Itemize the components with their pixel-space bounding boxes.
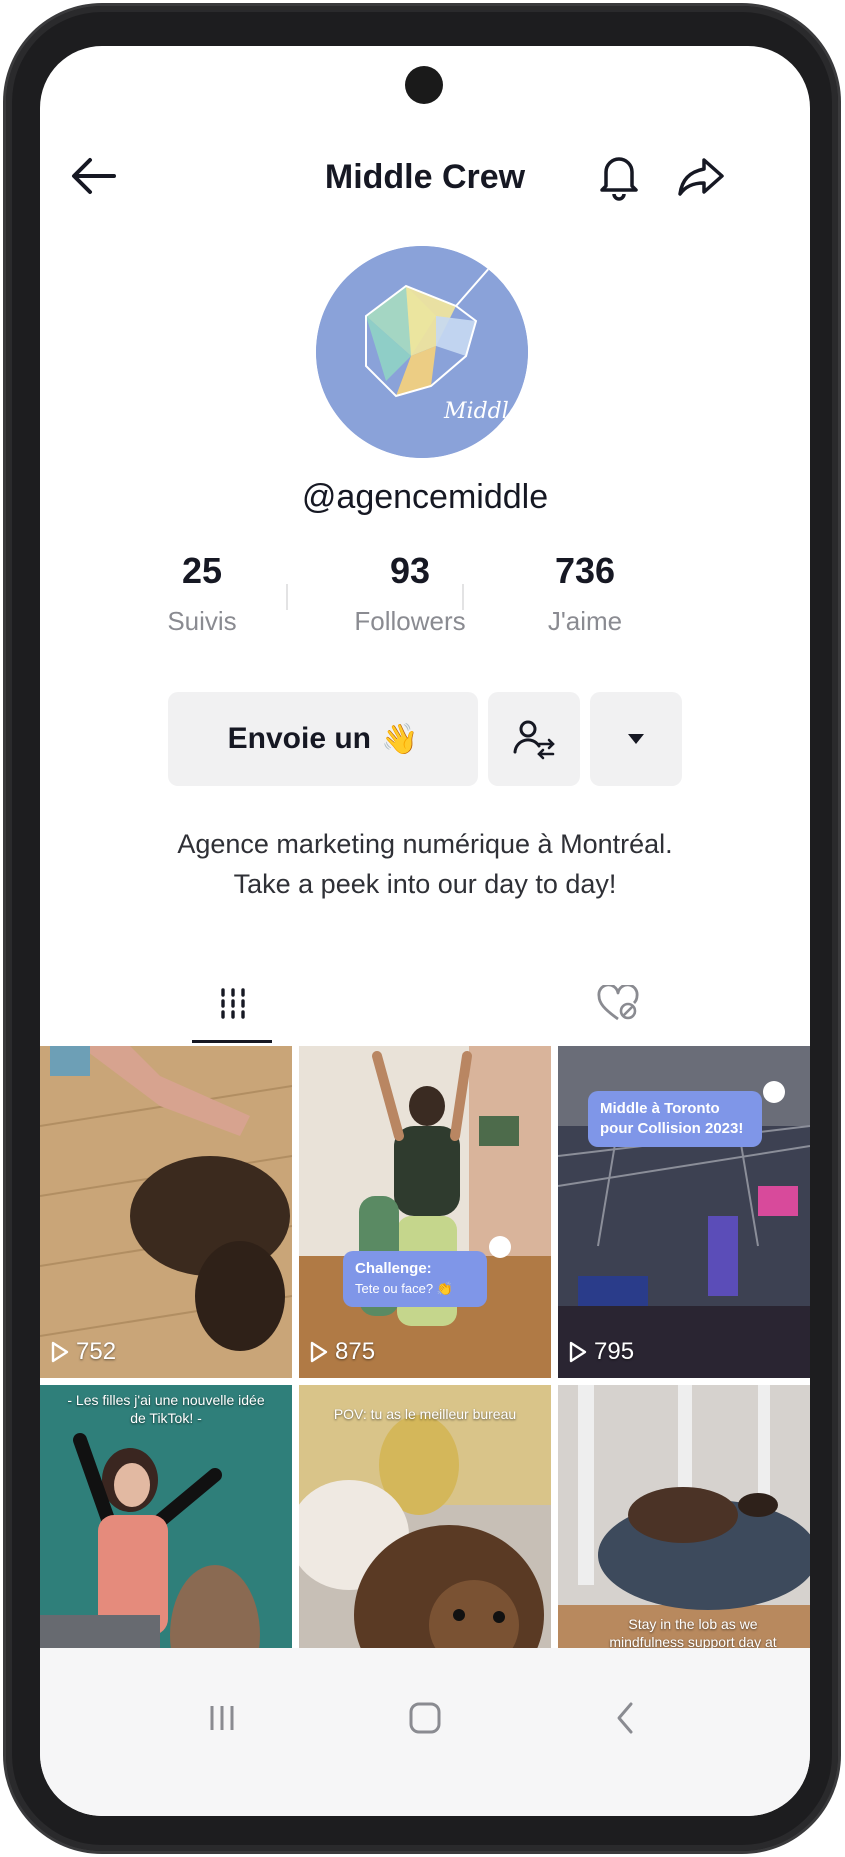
stat-following-value: 25	[181, 550, 223, 591]
home-square-icon	[409, 1702, 441, 1734]
recent-apps-icon	[210, 1706, 234, 1730]
suggested-accounts-button[interactable]	[488, 692, 580, 786]
stat-followers-label: Followers	[354, 606, 466, 636]
stat-likes-value: 736	[554, 550, 616, 591]
view-count-value: 875	[335, 1338, 376, 1365]
notifications-button[interactable]	[592, 148, 646, 202]
content-tabs	[40, 964, 810, 1044]
system-back-button[interactable]	[585, 1688, 665, 1748]
system-navigation-bar	[40, 1648, 810, 1816]
bio-line-2: Take a peek into our day to day!	[233, 869, 617, 899]
video-thumbnail	[40, 1046, 292, 1378]
bell-icon	[600, 157, 638, 201]
stat-likes[interactable]: 736 J'aime	[485, 550, 685, 637]
video-tile[interactable]: Challenge: Tete ou face? 👏 875	[299, 1046, 551, 1378]
active-tab-indicator	[192, 1040, 272, 1043]
profile-actions: Envoie un 👋	[40, 692, 810, 792]
front-camera	[405, 66, 443, 104]
video-thumbnail	[299, 1046, 551, 1378]
grid-icon	[220, 988, 245, 1019]
play-outline-icon	[569, 1341, 587, 1363]
label-sub: Tete ou face? 👏	[355, 1281, 453, 1296]
recent-apps-button[interactable]	[182, 1688, 262, 1748]
unicorn-logo-icon: Middle	[316, 246, 528, 458]
video-caption: - Les filles j'ai une nouvelle idée de T…	[67, 1392, 265, 1426]
video-text-label: Challenge: Tete ou face? 👏	[343, 1251, 487, 1307]
view-count: 875	[309, 1338, 375, 1366]
more-dropdown-button[interactable]	[590, 692, 682, 786]
play-outline-icon	[310, 1341, 328, 1363]
profile-stats: 25 Suivis 93 Followers 736 J'aime	[40, 550, 810, 650]
stat-following[interactable]: 25 Suivis	[102, 550, 302, 637]
profile-bio: Agence marketing numérique à Montréal. T…	[40, 824, 810, 904]
tab-liked[interactable]	[425, 964, 810, 1044]
share-arrow-icon	[678, 158, 724, 196]
avatar-caption: Middle	[443, 399, 522, 424]
phone-frame: Middle Crew Middle @agencemiddle 25 Suiv…	[6, 6, 838, 1851]
chevron-left-icon	[617, 1702, 633, 1734]
caret-down-icon	[628, 734, 644, 744]
play-outline-icon	[51, 1341, 69, 1363]
stat-following-label: Suivis	[167, 606, 237, 636]
stat-divider	[286, 584, 288, 610]
screen: Middle Crew Middle @agencemiddle 25 Suiv…	[40, 46, 810, 1816]
bio-line-1: Agence marketing numérique à Montréal.	[177, 829, 673, 859]
username: @agencemiddle	[301, 478, 549, 516]
view-count-value: 752	[76, 1338, 117, 1365]
stat-likes-label: J'aime	[547, 606, 623, 636]
message-button-label: Envoie un	[227, 722, 371, 755]
liked-heart-icon	[597, 985, 638, 1021]
stat-followers-value: 93	[389, 550, 431, 591]
label-title: Challenge:	[355, 1260, 432, 1277]
view-count: 752	[50, 1338, 116, 1366]
stat-divider	[462, 584, 464, 610]
wave-hand-icon: 👋	[381, 722, 419, 756]
video-tile[interactable]: 752	[40, 1046, 292, 1378]
message-button[interactable]: Envoie un 👋	[168, 692, 478, 786]
edit-badge-icon	[763, 1081, 785, 1103]
video-caption: POV: tu as le meilleur bureau	[333, 1406, 517, 1422]
edit-badge-icon	[489, 1236, 511, 1258]
home-button[interactable]	[385, 1688, 465, 1748]
view-count: 795	[568, 1338, 634, 1366]
profile-header: Middle Crew	[40, 136, 810, 216]
tab-videos[interactable]	[40, 964, 425, 1044]
video-text-label: Middle à Toronto pour Collision 2023!	[588, 1091, 762, 1147]
avatar[interactable]: Middle	[316, 246, 528, 458]
share-button[interactable]	[674, 150, 728, 204]
video-tile[interactable]: Middle à Toronto pour Collision 2023! 79…	[558, 1046, 810, 1378]
user-swap-icon	[513, 720, 555, 760]
view-count-value: 795	[594, 1338, 635, 1365]
stat-followers[interactable]: 93 Followers	[310, 550, 510, 637]
